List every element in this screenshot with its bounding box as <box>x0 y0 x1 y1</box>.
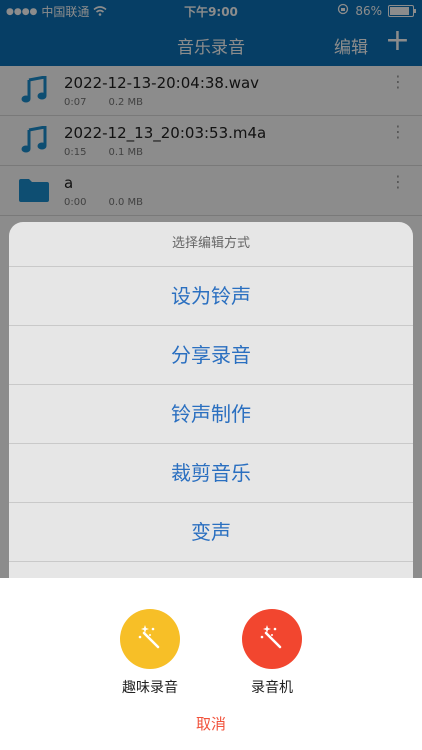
magic-wand-icon <box>258 623 286 655</box>
trim-music-option[interactable]: 裁剪音乐 <box>9 444 413 503</box>
bottom-panel: 趣味录音 录音机 取消 <box>0 578 422 750</box>
sheet-title: 选择编辑方式 <box>9 222 413 267</box>
recorder-button[interactable] <box>242 609 302 669</box>
magic-wand-icon <box>136 623 164 655</box>
set-ringtone-option[interactable]: 设为铃声 <box>9 267 413 326</box>
share-recording-option[interactable]: 分享录音 <box>9 326 413 385</box>
fun-record-label: 趣味录音 <box>122 680 178 696</box>
voice-changer-option[interactable]: 变声 <box>9 503 413 562</box>
cancel-button[interactable]: 取消 <box>0 713 422 734</box>
make-ringtone-option[interactable]: 铃声制作 <box>9 385 413 444</box>
edit-mode-sheet: 选择编辑方式 设为铃声 分享录音 铃声制作 裁剪音乐 变声 <box>9 222 413 602</box>
fun-record-button[interactable] <box>120 609 180 669</box>
recorder-label: 录音机 <box>251 680 293 696</box>
